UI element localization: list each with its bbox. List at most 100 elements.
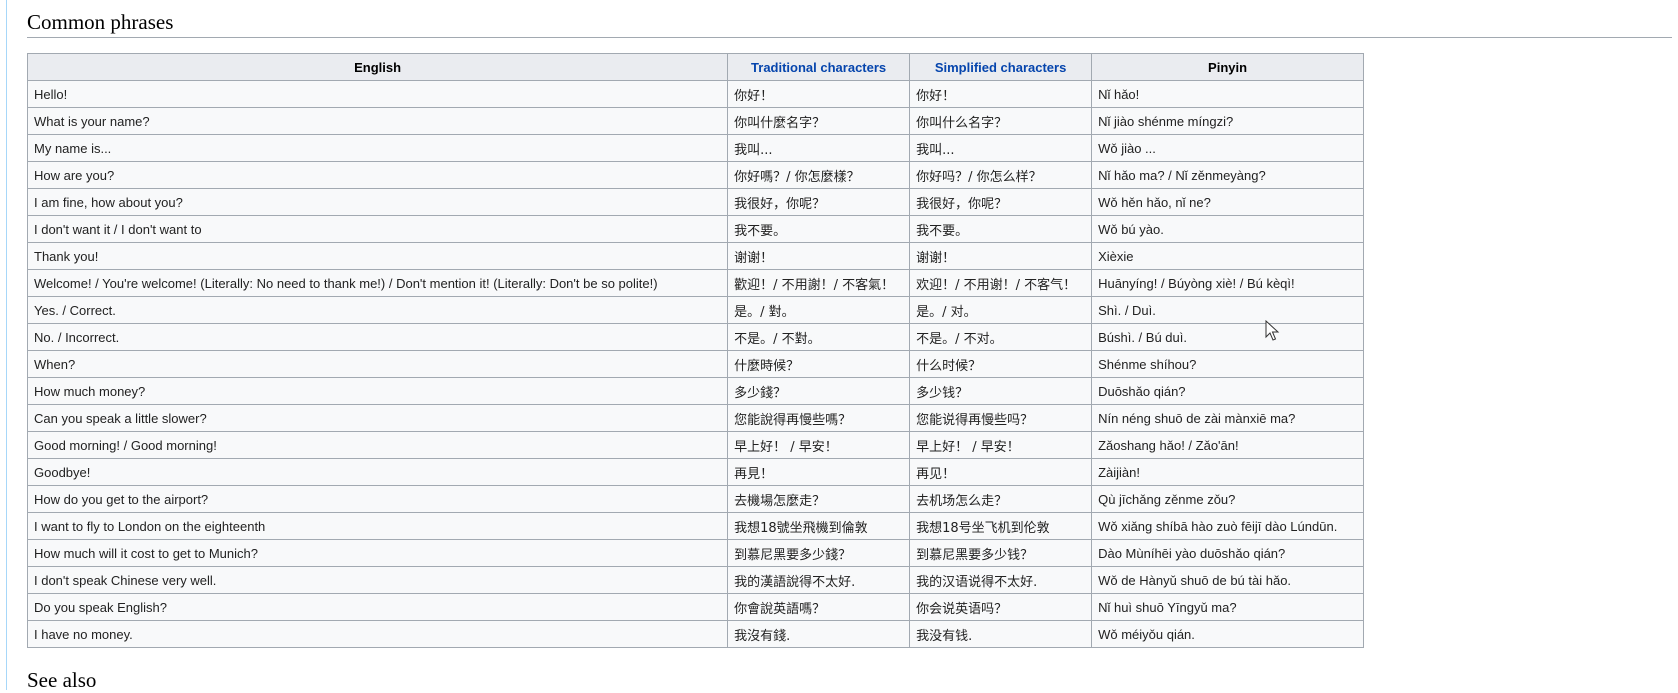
cell-traditional: 我想18號坐飛機到倫敦	[727, 512, 911, 540]
table-header-row: English Traditional characters Simplifie…	[26, 53, 1364, 81]
table-row: My name is... 我叫... 我叫... Wǒ jiào ...	[26, 134, 1364, 162]
cell-traditional: 是。/ 對。	[727, 296, 911, 324]
cell-english: I want to fly to London on the eighteent…	[26, 512, 729, 540]
cell-traditional: 你叫什麼名字？	[727, 107, 911, 135]
table-row: I don't want it / I don't want to 我不要。 我不要…	[26, 215, 1364, 243]
table-row: Do you speak English? 你會說英語嗎？ 你会说英语吗？ Nǐ hu…	[26, 593, 1364, 621]
cell-traditional: 你好嗎？/ 你怎麼樣？	[727, 161, 911, 189]
cell-pinyin: Dào Mùníhēi yào duōshǎo qián?	[1091, 539, 1364, 567]
cell-pinyin: Nǐ hǎo!	[1091, 80, 1364, 108]
cell-pinyin: Zǎoshang hǎo! / Zǎo'ān!	[1091, 431, 1364, 459]
cell-english: Do you speak English?	[26, 593, 729, 621]
table-row: How much money? 多少錢？ 多少钱？ Duōshǎo qián?	[26, 377, 1364, 405]
section-heading-common-phrases: Common phrases	[27, 10, 174, 34]
cell-traditional: 我的漢語說得不太好.	[727, 566, 911, 594]
cell-simplified: 你会说英语吗？	[909, 593, 1093, 621]
cell-pinyin: Zàijiàn!	[1091, 458, 1364, 486]
cell-english: I am fine, how about you?	[26, 188, 729, 216]
cell-simplified: 我想18号坐飞机到伦敦	[909, 512, 1093, 540]
cell-pinyin: Shénme shíhou?	[1091, 350, 1364, 378]
cell-english: How much money?	[26, 377, 729, 405]
cell-english: When?	[26, 350, 729, 378]
cell-traditional: 我很好，你呢？	[727, 188, 911, 216]
table-row: Yes. / Correct. 是。/ 對。 是。/ 对。 Shì. / Duì.	[26, 296, 1364, 324]
cell-traditional: 你會說英語嗎？	[727, 593, 911, 621]
cell-simplified: 你好！	[909, 80, 1093, 108]
table-row: I don't speak Chinese very well. 我的漢語說得不太…	[26, 566, 1364, 594]
table-row: When? 什麼時候？ 什么时候？ Shénme shíhou?	[26, 350, 1364, 378]
section-heading-see-also: See also	[27, 668, 97, 692]
cell-simplified: 什么时候？	[909, 350, 1093, 378]
cell-traditional: 不是。/ 不對。	[727, 323, 911, 351]
cell-traditional: 你好！	[727, 80, 911, 108]
column-header-simplified[interactable]: Simplified characters	[909, 53, 1093, 81]
cell-pinyin: Wǒ bú yào.	[1091, 215, 1364, 243]
cell-english: I don't speak Chinese very well.	[26, 566, 729, 594]
cell-traditional: 多少錢？	[727, 377, 911, 405]
cell-english: Can you speak a little slower?	[26, 404, 729, 432]
cell-pinyin: Nín néng shuō de zài mànxiē ma?	[1091, 404, 1364, 432]
table-row: Welcome! / You're welcome! (Literally: N…	[26, 269, 1364, 297]
cell-english: Good morning! / Good morning!	[26, 431, 729, 459]
cell-traditional: 到慕尼黑要多少錢？	[727, 539, 911, 567]
cell-simplified: 您能说得再慢些吗？	[909, 404, 1093, 432]
cell-pinyin: Nǐ huì shuō Yīngyǔ ma?	[1091, 593, 1364, 621]
column-header-english: English	[26, 53, 729, 81]
table-row: I want to fly to London on the eighteent…	[26, 512, 1364, 540]
table-row: How much will it cost to get to Munich? 到…	[26, 539, 1364, 567]
cell-english: Hello!	[26, 80, 729, 108]
cell-english: I have no money.	[26, 620, 729, 648]
column-header-traditional[interactable]: Traditional characters	[727, 53, 911, 81]
cell-pinyin: Nǐ hǎo ma? / Nǐ zěnmeyàng?	[1091, 161, 1364, 189]
cell-simplified: 欢迎！/ 不用谢！/ 不客气！	[909, 269, 1093, 297]
cell-simplified: 早上好！ / 早安！	[909, 431, 1093, 459]
cell-traditional: 我沒有錢.	[727, 620, 911, 648]
cell-traditional: 我不要。	[727, 215, 911, 243]
table-row: Goodbye! 再見！ 再见！ Zàijiàn!	[26, 458, 1364, 486]
cell-traditional: 谢谢！	[727, 242, 911, 270]
table-row: I have no money. 我沒有錢. 我没有钱. Wǒ méiyǒu qián…	[26, 620, 1364, 648]
cell-english: My name is...	[26, 134, 729, 162]
mouse-cursor-icon	[1265, 320, 1280, 341]
cell-simplified: 你好吗？/ 你怎么样？	[909, 161, 1093, 189]
table-row: Thank you! 谢谢！ 谢谢！ Xièxie	[26, 242, 1364, 270]
cell-traditional: 歡迎！/ 不用謝！/ 不客氣！	[727, 269, 911, 297]
heading-underline	[27, 37, 1672, 38]
cell-simplified: 谢谢！	[909, 242, 1093, 270]
cell-english: How much will it cost to get to Munich?	[26, 539, 729, 567]
cell-simplified: 去机场怎么走？	[909, 485, 1093, 513]
cell-simplified: 我叫...	[909, 134, 1093, 162]
cell-simplified: 再见！	[909, 458, 1093, 486]
cell-traditional: 什麼時候？	[727, 350, 911, 378]
cell-pinyin: Xièxie	[1091, 242, 1364, 270]
cell-pinyin: Wǒ de Hànyǔ shuō de bú tài hǎo.	[1091, 566, 1364, 594]
cell-traditional: 早上好！ / 早安！	[727, 431, 911, 459]
cell-traditional: 我叫...	[727, 134, 911, 162]
table-row: Can you speak a little slower? 您能說得再慢些嗎？您…	[26, 404, 1364, 432]
column-header-pinyin: Pinyin	[1091, 53, 1364, 81]
cell-simplified: 我不要。	[909, 215, 1093, 243]
table-row: How do you get to the airport? 去機場怎麼走？ 去机场…	[26, 485, 1364, 513]
cell-english: Welcome! / You're welcome! (Literally: N…	[26, 269, 729, 297]
table-row: I am fine, how about you? 我很好，你呢？ 我很好，你呢？ W…	[26, 188, 1364, 216]
cell-simplified: 到慕尼黑要多少钱？	[909, 539, 1093, 567]
cell-english: Goodbye!	[26, 458, 729, 486]
cell-simplified: 多少钱？	[909, 377, 1093, 405]
cell-pinyin: Huānyíng! / Búyòng xiè! / Bú kèqì!	[1091, 269, 1364, 297]
cell-simplified: 我的汉语说得不太好.	[909, 566, 1093, 594]
cell-english: I don't want it / I don't want to	[26, 215, 729, 243]
table-row: No. / Incorrect. 不是。/ 不對。 不是。/ 不对。 Búshì. /…	[26, 323, 1364, 351]
cell-simplified: 不是。/ 不对。	[909, 323, 1093, 351]
cell-simplified: 我很好，你呢？	[909, 188, 1093, 216]
cell-english: How do you get to the airport?	[26, 485, 729, 513]
cell-traditional: 您能說得再慢些嗎？	[727, 404, 911, 432]
table-row: How are you? 你好嗎？/ 你怎麼樣？ 你好吗？/ 你怎么样？ Nǐ hǎo…	[26, 161, 1364, 189]
cell-english: What is your name?	[26, 107, 729, 135]
cell-pinyin: Duōshǎo qián?	[1091, 377, 1364, 405]
cell-english: Thank you!	[26, 242, 729, 270]
cell-traditional: 去機場怎麼走？	[727, 485, 911, 513]
cell-pinyin: Wǒ jiào ...	[1091, 134, 1364, 162]
cell-simplified: 你叫什么名字？	[909, 107, 1093, 135]
cell-pinyin: Shì. / Duì.	[1091, 296, 1364, 324]
cell-pinyin: Wǒ hěn hǎo, nǐ ne?	[1091, 188, 1364, 216]
